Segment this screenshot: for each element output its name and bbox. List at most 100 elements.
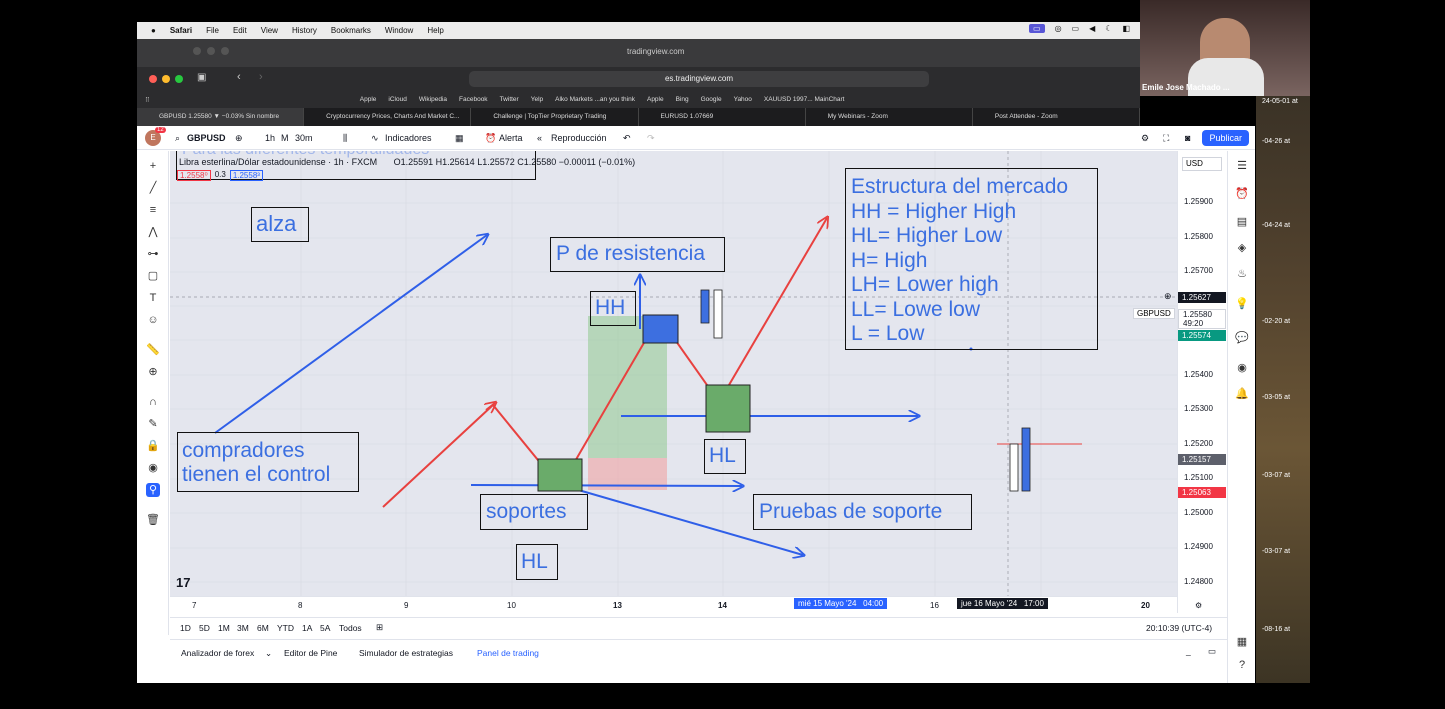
help-icon[interactable]: ? — [1235, 659, 1249, 673]
pencil-lock-icon[interactable]: ✎ — [146, 417, 160, 431]
text-icon[interactable]: T — [146, 291, 160, 305]
add-alert-icon[interactable]: ⊕ — [1164, 291, 1172, 302]
hh-zone-box[interactable] — [642, 314, 679, 344]
label-alza[interactable]: alza — [251, 207, 309, 242]
trendline-icon[interactable]: ╱ — [146, 181, 160, 195]
fav-alko[interactable]: Alko Markets ...an you think — [555, 96, 635, 103]
currency-select[interactable]: USD — [1182, 157, 1222, 171]
menu-help[interactable]: Help — [427, 26, 443, 35]
notifications-icon[interactable]: 🔔 — [1235, 387, 1249, 401]
undo-icon[interactable]: ↶ — [623, 133, 631, 144]
interval-1h[interactable]: 1h — [265, 133, 275, 143]
menu-safari[interactable]: Safari — [170, 26, 192, 35]
menu-file[interactable]: File — [206, 26, 219, 35]
outer-min-dot[interactable] — [207, 47, 215, 55]
clock[interactable]: 20:10:39 (UTC-4) — [1146, 623, 1212, 633]
wifi-icon[interactable]: ◎ — [1055, 24, 1062, 33]
close-dot[interactable] — [149, 75, 157, 83]
tab-post-attendee[interactable]: Post Attendee - Zoom — [973, 108, 1141, 126]
range-ytd[interactable]: YTD — [277, 623, 294, 633]
outer-max-dot[interactable] — [221, 47, 229, 55]
alert-icon[interactable]: ⏰ — [485, 133, 496, 144]
address-bar[interactable]: es.tradingview.com — [469, 71, 929, 87]
support-zone-box[interactable] — [537, 458, 583, 492]
label-hh[interactable]: HH — [590, 291, 636, 326]
tab-eurusd[interactable]: EURUSD 1.07669 — [639, 108, 806, 126]
pattern-icon[interactable]: ⋀ — [146, 225, 160, 239]
link-icon[interactable]: ⚲ — [146, 483, 160, 497]
label-resistencia[interactable]: P de resistencia — [550, 237, 725, 272]
price-axis[interactable]: USD 1.25900 1.25800 1.25700 1.25400 1.25… — [1177, 151, 1227, 613]
emoji-icon[interactable]: ☺ — [146, 313, 160, 327]
fav-bing[interactable]: Bing — [676, 96, 689, 103]
menu-bookmarks[interactable]: Bookmarks — [331, 26, 371, 35]
tab-forex-analyzer[interactable]: Analizador de forex — [181, 648, 254, 658]
label-pruebas[interactable]: Pruebas de soporte — [753, 494, 972, 530]
control-center-icon[interactable]: ◧ — [1122, 24, 1130, 33]
maximize-panel-icon[interactable]: ▭ — [1208, 646, 1216, 657]
label-hl-left[interactable]: HL — [516, 544, 558, 580]
buy-price[interactable]: 1.2558³ — [229, 170, 263, 181]
calendar-icon[interactable]: ▦ — [1235, 635, 1249, 649]
label-soportes[interactable]: soportes — [480, 494, 588, 530]
zoom-icon[interactable]: ▭ — [1029, 24, 1045, 33]
ideas-icon[interactable]: 💡 — [1235, 297, 1249, 311]
magnet-icon[interactable]: ∩ — [146, 395, 160, 409]
tab-webinars[interactable]: My Webinars - Zoom — [806, 108, 973, 126]
symbol-search[interactable]: GBPUSD — [187, 133, 226, 143]
fav-yahoo[interactable]: Yahoo — [734, 96, 752, 103]
search-icon[interactable]: ⌕ — [175, 133, 180, 144]
tab-strategy-tester[interactable]: Simulador de estrategias — [359, 648, 453, 658]
trash-icon[interactable]: 🗑 — [146, 513, 160, 527]
add-symbol-icon[interactable]: ⊕ — [235, 133, 243, 144]
publish-button[interactable]: Publicar — [1202, 130, 1249, 146]
layers-icon[interactable]: ◈ — [1235, 241, 1249, 255]
sell-price[interactable]: 1.2558⁰ — [177, 170, 211, 181]
alerts-icon[interactable]: ⏰ — [1235, 187, 1249, 201]
outer-close-dot[interactable] — [193, 47, 201, 55]
range-3m[interactable]: 3M — [237, 623, 249, 633]
settings-icon[interactable]: ⚙ — [1141, 133, 1149, 144]
fav-icloud[interactable]: iCloud — [388, 96, 406, 103]
range-1m[interactable]: 1M — [218, 623, 230, 633]
fav-wikipedia[interactable]: Wikipedia — [419, 96, 447, 103]
grid-icon[interactable]: ⠿ — [145, 96, 150, 104]
fav-facebook[interactable]: Facebook — [459, 96, 488, 103]
menu-edit[interactable]: Edit — [233, 26, 247, 35]
time-axis[interactable]: 7 8 9 10 13 14 mié 15 Mayo '24 04:00 16 … — [170, 596, 1202, 614]
watchlist-icon[interactable]: ☰ — [1235, 159, 1249, 173]
volume-icon[interactable]: ◀ — [1089, 24, 1095, 33]
apple-menu-icon[interactable]: ● — [151, 26, 156, 35]
menu-view[interactable]: View — [261, 26, 278, 35]
range-6m[interactable]: 6M — [257, 623, 269, 633]
back-icon[interactable]: ‹ — [237, 71, 241, 83]
interval-30m[interactable]: 30m — [295, 133, 313, 143]
chart-area[interactable]: Para las diferentes temporalidades Libra… — [170, 151, 1177, 613]
label-hl-right[interactable]: HL — [704, 439, 746, 474]
eye-icon[interactable]: ◉ — [146, 461, 160, 475]
sidebar-icon[interactable]: ▣ — [197, 72, 206, 83]
tab-trading-panel[interactable]: Panel de trading — [477, 648, 539, 658]
hotlist-icon[interactable]: ♨ — [1235, 267, 1249, 281]
tab-pine-editor[interactable]: Editor de Pine — [284, 648, 337, 658]
symbol-title[interactable]: Libra esterlina/Dólar estadounidense · 1… — [179, 157, 377, 167]
tab-gbpusd[interactable]: GBPUSD 1.25580 ▼ −0.03% Sin nombre — [137, 108, 305, 126]
tab-crypto[interactable]: Cryptocurrency Prices, Charts And Market… — [304, 108, 472, 126]
redo-icon[interactable]: ↷ — [647, 133, 655, 144]
range-1a[interactable]: 1A — [302, 623, 312, 633]
label-compradores[interactable]: compradores tienen el control — [177, 432, 359, 492]
candle-type-icon[interactable]: ⫼ — [343, 133, 347, 144]
date-range-icon[interactable]: ⊞ — [376, 622, 383, 633]
crosshair-icon[interactable]: + — [146, 159, 160, 173]
maximize-dot[interactable] — [175, 75, 183, 83]
range-1d[interactable]: 1D — [180, 623, 191, 633]
camera-icon[interactable]: ◙ — [1185, 133, 1190, 143]
fav-xauusd[interactable]: XAUUSD 1997... MainChart — [764, 96, 845, 103]
fullscreen-icon[interactable]: ⛶ — [1163, 133, 1169, 144]
moon-icon[interactable]: ☾ — [1105, 24, 1112, 33]
replay-button[interactable]: Reproducción — [551, 133, 607, 143]
fav-apple-2[interactable]: Apple — [647, 96, 664, 103]
battery-icon[interactable]: ▭ — [1072, 24, 1080, 33]
alert-button[interactable]: Alerta — [499, 133, 523, 143]
fav-twitter[interactable]: Twitter — [500, 96, 519, 103]
